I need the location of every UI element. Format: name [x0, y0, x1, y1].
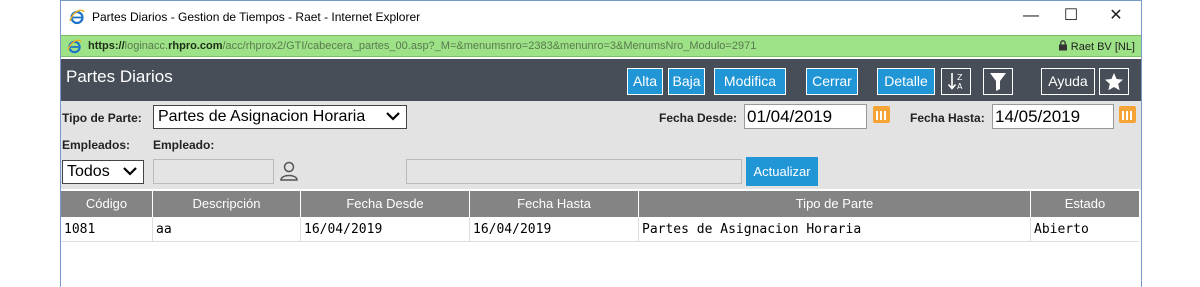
- table-cell: 1081: [61, 218, 153, 242]
- person-search-icon[interactable]: [279, 160, 299, 182]
- table-cell: 16/04/2019: [301, 218, 470, 242]
- ayuda-button[interactable]: Ayuda: [1041, 68, 1095, 95]
- sort-button[interactable]: Z A: [941, 68, 971, 95]
- filter-form: Tipo de Parte: Partes de Asignacion Hora…: [61, 101, 1141, 189]
- sort-az-icon: Z A: [947, 73, 963, 91]
- cerrar-button[interactable]: Cerrar: [806, 68, 858, 95]
- calendar-icon[interactable]: [1119, 106, 1136, 123]
- maximize-button[interactable]: ☐: [1051, 5, 1091, 29]
- window-titlebar: Partes Diarios - Gestion de Tiempos - Ra…: [61, 1, 1141, 34]
- alta-button[interactable]: Alta: [627, 68, 663, 95]
- url-host-domain: rhpro.com: [168, 40, 223, 52]
- table-cell: aa: [153, 218, 301, 242]
- baja-button[interactable]: Baja: [668, 68, 705, 95]
- url-host-prefix: loginacc.: [124, 40, 169, 52]
- tipo-parte-select[interactable]: Partes de Asignacion Horaria: [153, 105, 407, 129]
- column-header[interactable]: Fecha Hasta: [470, 191, 639, 217]
- internet-explorer-icon: [67, 39, 82, 54]
- calendar-icon[interactable]: [873, 106, 890, 123]
- table-cell: Abierto: [1034, 222, 1089, 237]
- svg-text:A: A: [957, 82, 963, 91]
- chevron-down-icon: [386, 112, 400, 121]
- tipo-parte-value: Partes de Asignacion Horaria: [158, 108, 366, 125]
- fecha-desde-input[interactable]: 01/04/2019: [744, 104, 867, 129]
- column-header[interactable]: Fecha Desde: [301, 191, 470, 217]
- filter-button[interactable]: [983, 68, 1013, 95]
- address-bar[interactable]: https://loginacc.rhpro.com/acc/rhprox2/G…: [61, 35, 1141, 57]
- empleados-select[interactable]: Todos: [62, 160, 144, 184]
- table-cell: 16/04/2019: [470, 218, 639, 242]
- column-header[interactable]: Tipo de Parte: [639, 191, 1031, 217]
- modifica-button[interactable]: Modifica: [714, 68, 786, 95]
- empleado-input[interactable]: [153, 159, 274, 184]
- column-header[interactable]: Estado: [1031, 191, 1139, 217]
- security-label: Raet BV [NL]: [1070, 41, 1135, 53]
- column-header[interactable]: Código: [61, 191, 153, 217]
- empleados-label: Empleados:: [62, 138, 131, 152]
- minimize-button[interactable]: —: [1011, 5, 1051, 29]
- page-header: Partes Diarios Alta Baja Modifica Cerrar…: [61, 59, 1141, 101]
- chevron-down-icon: [123, 167, 137, 176]
- table-row[interactable]: 1081 aa 16/04/2019 16/04/2019 Partes de …: [61, 218, 1139, 242]
- lock-icon: [1058, 40, 1067, 51]
- table-header: Código Descripción Fecha Desde Fecha Has…: [61, 191, 1139, 217]
- column-header[interactable]: Descripción: [153, 191, 301, 217]
- empleado-label: Empleado:: [153, 138, 215, 152]
- internet-explorer-icon: [69, 9, 85, 25]
- favorite-button[interactable]: [1099, 68, 1129, 95]
- actualizar-button[interactable]: Actualizar: [746, 157, 818, 186]
- fecha-hasta-label: Fecha Hasta:: [910, 111, 985, 125]
- table-cell: Partes de Asignacion Horaria: [639, 218, 1031, 242]
- star-icon: [1105, 73, 1123, 91]
- window-title: Partes Diarios - Gestion de Tiempos - Ra…: [92, 10, 421, 24]
- empleados-value: Todos: [67, 163, 110, 180]
- security-indicator[interactable]: Raet BV [NL]: [1058, 40, 1135, 53]
- close-button[interactable]: ✕: [1096, 5, 1136, 29]
- fecha-desde-label: Fecha Desde:: [659, 111, 738, 125]
- fecha-hasta-input[interactable]: 14/05/2019: [992, 104, 1114, 129]
- url-path: /acc/rhprox2/GTI/cabecera_partes_00.asp?…: [222, 40, 757, 52]
- svg-text:Z: Z: [957, 73, 963, 82]
- tipo-parte-label: Tipo de Parte:: [62, 111, 142, 125]
- empleado-name-input[interactable]: [406, 159, 742, 184]
- browser-window: Partes Diarios - Gestion de Tiempos - Ra…: [60, 0, 1142, 287]
- filter-icon: [990, 73, 1006, 91]
- page-title: Partes Diarios: [66, 67, 173, 86]
- detalle-button[interactable]: Detalle: [877, 68, 935, 95]
- url-text[interactable]: https://loginacc.rhpro.com/acc/rhprox2/G…: [88, 40, 756, 52]
- url-scheme: https://: [88, 40, 125, 52]
